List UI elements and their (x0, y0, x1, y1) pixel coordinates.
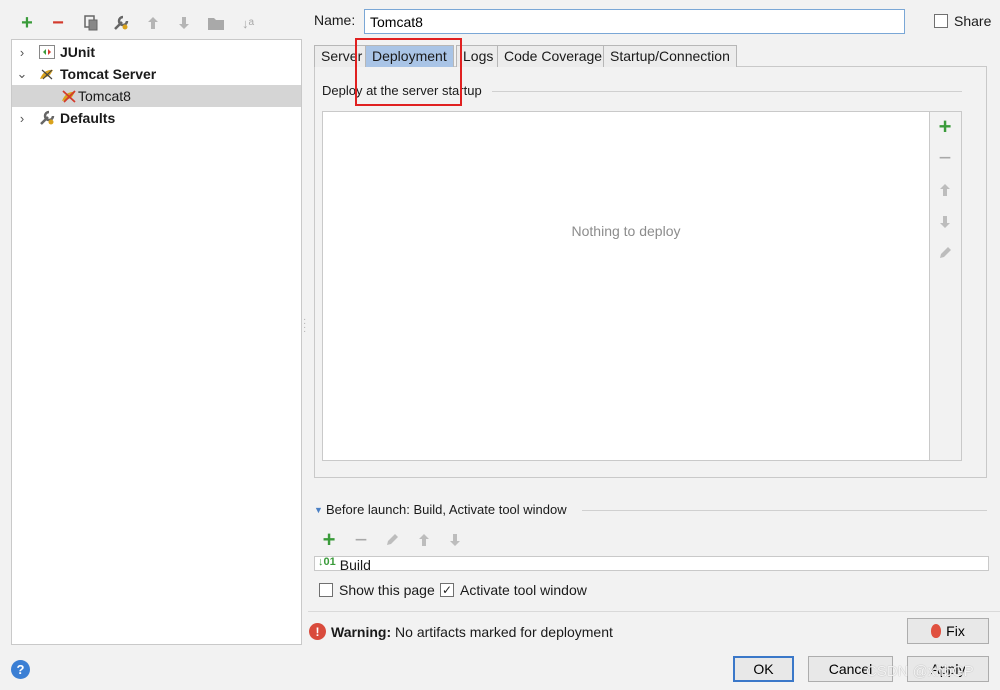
tomcat-icon (38, 66, 56, 82)
arrow-up-icon[interactable] (413, 529, 435, 551)
tree-item-label: Tomcat8 (78, 88, 131, 104)
remove-task-icon[interactable]: − (350, 527, 372, 552)
section-divider (582, 510, 987, 511)
tab-logs[interactable]: Logs (456, 45, 501, 67)
edit-pencil-icon[interactable] (934, 242, 956, 264)
ok-button[interactable]: OK (733, 656, 794, 682)
configuration-tree[interactable]: › JUnit ⌄ Tomcat Server Tomcat8 › Defaul… (11, 39, 302, 645)
name-input[interactable] (364, 9, 905, 34)
tomcat-error-icon (60, 88, 78, 104)
fix-button[interactable]: Fix (907, 618, 989, 644)
before-launch-list[interactable] (314, 556, 989, 571)
bulb-icon (931, 624, 942, 638)
tree-item-label: Tomcat Server (60, 66, 157, 82)
share-checkbox-box[interactable] (934, 14, 948, 28)
chevron-right-icon[interactable]: › (14, 45, 30, 60)
folder-icon[interactable] (205, 12, 227, 34)
tab-code-coverage[interactable]: Code Coverage (497, 45, 610, 67)
tree-item-defaults[interactable]: › Defaults (12, 107, 301, 129)
divider (308, 611, 1000, 612)
watermark: CSDN @xhbGP (866, 663, 974, 680)
arrow-up-icon[interactable] (934, 179, 956, 201)
wrench-icon[interactable] (110, 12, 132, 34)
sort-icon[interactable]: ↓ a (237, 12, 259, 34)
warning-message: Warning: No artifacts marked for deploym… (331, 624, 613, 640)
share-label: Share (954, 13, 992, 29)
splitter-handle[interactable]: · · · · (303, 315, 306, 337)
tree-item-label: Defaults (60, 110, 116, 126)
tree-item-label: JUnit (60, 44, 95, 60)
activate-tool-window-checkbox[interactable]: ✓ Activate tool window (440, 582, 587, 598)
show-page-checkbox[interactable]: Show this page (319, 582, 435, 598)
add-icon[interactable]: + (16, 12, 38, 34)
tree-item-tomcat-server[interactable]: ⌄ Tomcat Server (12, 63, 301, 85)
arrow-down-icon[interactable] (444, 529, 466, 551)
fix-label: Fix (946, 623, 965, 639)
arrow-down-icon[interactable] (173, 12, 195, 34)
empty-state-text: Nothing to deploy (571, 223, 681, 239)
defaults-wrench-icon (38, 110, 56, 126)
build-icon: ↓01 (318, 557, 336, 568)
add-task-icon[interactable]: + (318, 527, 340, 552)
tab-startup-connection[interactable]: Startup/Connection (603, 45, 737, 67)
arrow-up-icon[interactable] (142, 12, 164, 34)
list-item[interactable]: ↓01 Build (318, 557, 371, 571)
edit-pencil-icon[interactable] (381, 529, 403, 551)
help-icon[interactable]: ? (11, 660, 30, 679)
share-checkbox[interactable]: Share (934, 13, 991, 29)
copy-icon[interactable] (80, 12, 102, 34)
warning-text: No artifacts marked for deployment (391, 624, 613, 640)
activate-checkbox-box[interactable]: ✓ (440, 583, 454, 597)
collapse-triangle-icon[interactable]: ▼ (314, 505, 323, 515)
add-deployment-icon[interactable]: + (934, 114, 956, 139)
show-page-checkbox-box[interactable] (319, 583, 333, 597)
warning-bold: Warning: (331, 624, 392, 640)
remove-deployment-icon[interactable]: − (934, 145, 956, 170)
list-item-label: Build (339, 557, 371, 571)
junit-icon (38, 44, 56, 60)
show-page-label: Show this page (339, 582, 435, 598)
deployment-list[interactable] (322, 111, 930, 461)
chevron-down-icon[interactable]: ⌄ (14, 66, 30, 82)
section-divider (492, 91, 962, 92)
arrow-down-icon[interactable] (934, 211, 956, 233)
tree-item-tomcat8[interactable]: Tomcat8 (12, 85, 301, 107)
activate-label: Activate tool window (460, 582, 587, 598)
chevron-right-icon[interactable]: › (14, 111, 30, 126)
before-launch-title: Before launch: Build, Activate tool wind… (326, 502, 567, 517)
highlight-box (355, 38, 462, 106)
remove-icon[interactable]: − (47, 12, 69, 34)
warning-icon: ! (309, 623, 326, 640)
name-label: Name: (314, 12, 356, 28)
tree-item-junit[interactable]: › JUnit (12, 41, 301, 63)
